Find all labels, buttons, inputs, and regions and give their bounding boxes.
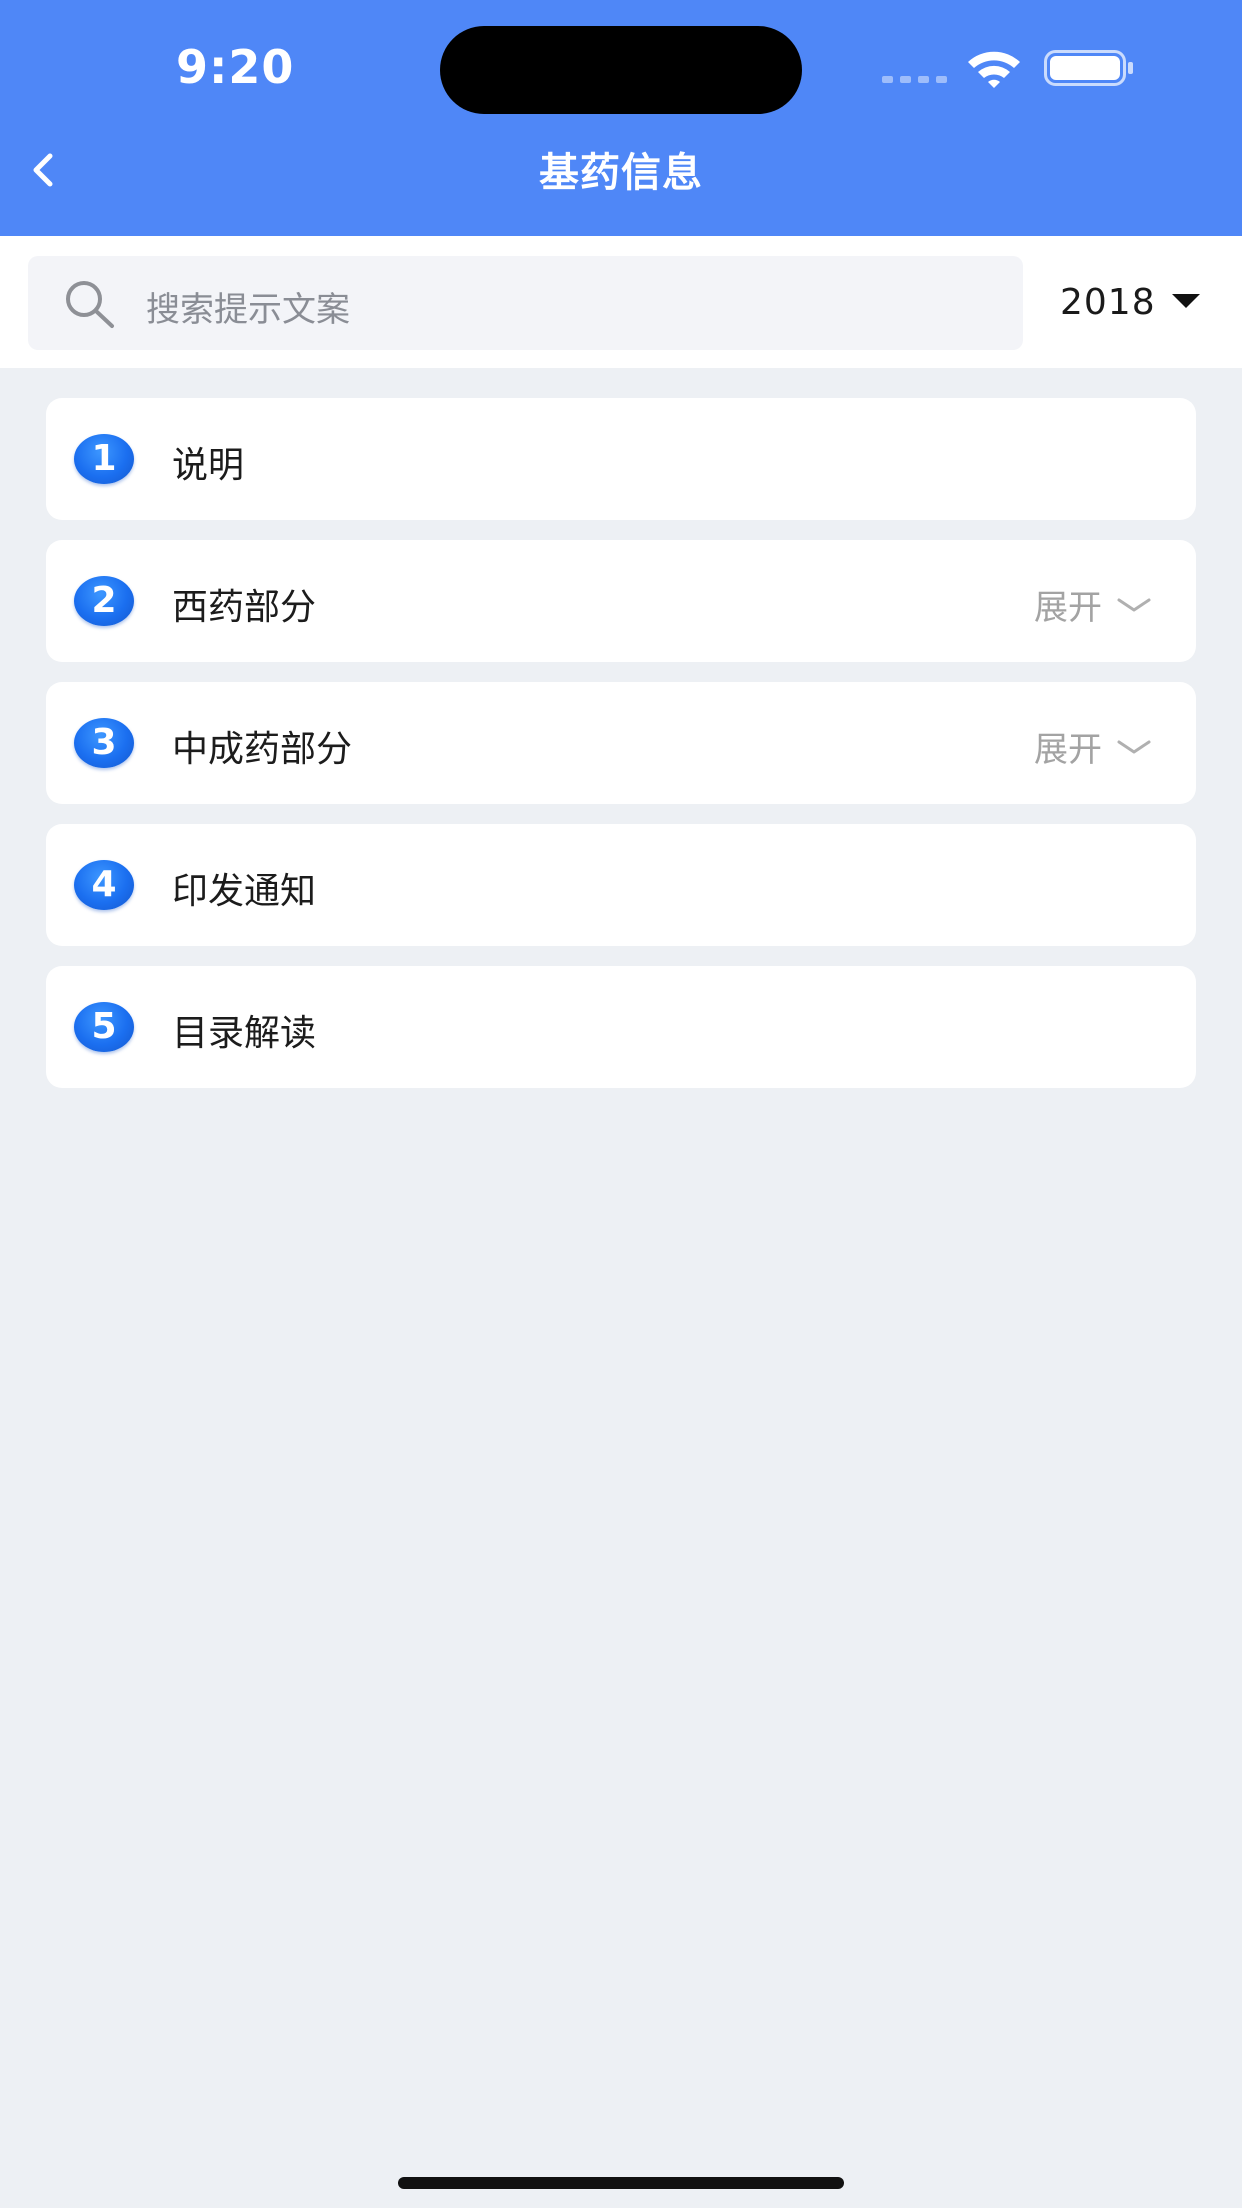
battery-icon <box>1044 50 1133 86</box>
year-value: 2018 <box>1060 281 1156 323</box>
drug-info-list: 1 说明 2 西药部分 展开 3 中成药部分 展开 4 印发通知 5 目录解读 <box>46 398 1196 1108</box>
list-item-western-medicine[interactable]: 2 西药部分 展开 <box>46 540 1196 662</box>
list-item-chinese-patent-medicine[interactable]: 3 中成药部分 展开 <box>46 682 1196 804</box>
list-item-label: 印发通知 <box>172 871 317 912</box>
number-badge: 5 <box>74 1002 134 1052</box>
list-item-label: 说明 <box>172 445 245 486</box>
expand-label: 展开 <box>1034 730 1102 770</box>
search-icon <box>66 281 114 328</box>
dynamic-island <box>440 26 802 114</box>
year-select[interactable]: 2018 <box>1060 276 1200 328</box>
list-item-label: 中成药部分 <box>172 729 353 770</box>
number-badge: 2 <box>74 576 134 626</box>
expand-toggle[interactable]: 展开 <box>1034 722 1152 771</box>
page-title: 基药信息 <box>539 150 703 196</box>
number-badge: 1 <box>74 434 134 484</box>
list-item-notice[interactable]: 4 印发通知 <box>46 824 1196 946</box>
cellular-signal-icon <box>882 76 947 83</box>
chevron-down-icon <box>1117 740 1151 753</box>
caret-down-icon <box>1171 294 1200 308</box>
number-badge: 4 <box>74 860 134 910</box>
expand-label: 展开 <box>1034 588 1102 628</box>
chevron-down-icon <box>1117 598 1151 611</box>
list-item-label: 西药部分 <box>172 587 317 628</box>
search-placeholder: 搜索提示文案 <box>146 290 350 330</box>
search-bar: 搜索提示文案 2018 <box>0 236 1242 368</box>
status-time: 9:20 <box>176 40 295 94</box>
search-input[interactable]: 搜索提示文案 <box>28 256 1023 350</box>
app-header: 9:20 基药信息 <box>0 0 1242 236</box>
expand-toggle[interactable]: 展开 <box>1034 580 1152 629</box>
wifi-icon <box>968 51 1020 88</box>
home-indicator[interactable] <box>398 2177 844 2189</box>
number-badge: 3 <box>74 718 134 768</box>
list-item-label: 目录解读 <box>172 1013 317 1054</box>
list-item-catalog-interpretation[interactable]: 5 目录解读 <box>46 966 1196 1088</box>
list-item-instructions[interactable]: 1 说明 <box>46 398 1196 520</box>
